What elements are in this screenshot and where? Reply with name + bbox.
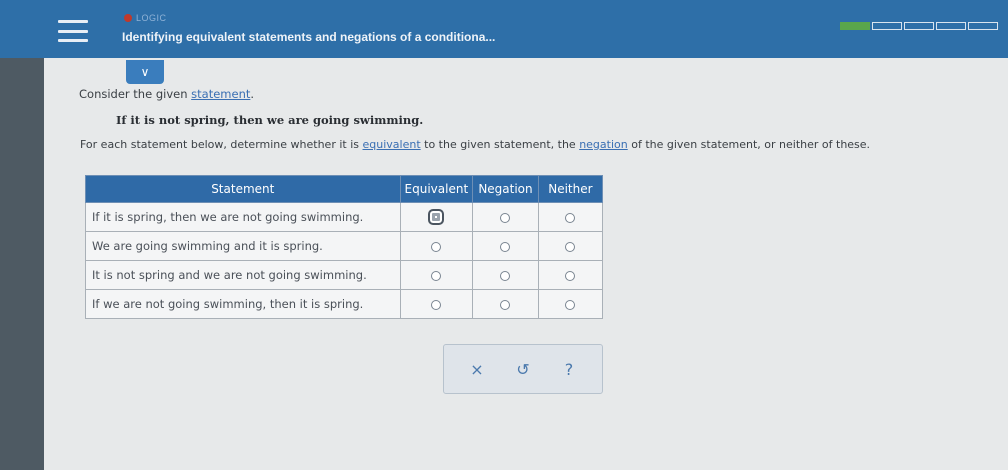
radio-neither[interactable] [565, 270, 576, 281]
progress-segment [872, 22, 902, 30]
radio-equivalent[interactable] [431, 270, 442, 281]
progress-segment [904, 22, 934, 30]
chevron-down-icon: ∨ [140, 65, 150, 79]
action-bar: × ↺ ? [443, 344, 603, 394]
row-statement: It is not spring and we are not going sw… [85, 260, 401, 290]
table-row: We are going swimming and it is spring. [85, 231, 604, 261]
table-row: It is not spring and we are not going sw… [85, 260, 604, 290]
progress-indicator [840, 22, 998, 30]
instruction-part: For each statement below, determine whet… [80, 138, 363, 151]
equivalent-link[interactable]: equivalent [363, 138, 421, 151]
cell-neither [537, 260, 604, 290]
progress-segment [840, 22, 870, 30]
undo-button[interactable]: ↺ [508, 354, 538, 384]
help-button[interactable]: ? [554, 354, 584, 384]
instruction-part: to the given statement, the [420, 138, 580, 151]
radio-equivalent[interactable] [431, 299, 442, 310]
collapse-toggle[interactable]: ∨ [126, 60, 164, 84]
table-row: If we are not going swimming, then it is… [85, 289, 604, 319]
statement-link[interactable]: statement [191, 87, 250, 101]
negation-link[interactable]: negation [579, 138, 628, 151]
row-statement: We are going swimming and it is spring. [85, 231, 401, 261]
consider-prefix: Consider the given [79, 87, 192, 101]
cell-negation [472, 202, 539, 232]
radio-negation[interactable] [500, 299, 511, 310]
header-negation: Negation [472, 175, 539, 203]
cell-equivalent [399, 202, 474, 232]
table-header-row: Statement Equivalent Negation Neither [85, 175, 604, 203]
radio-negation[interactable] [500, 212, 511, 223]
table-row: If it is spring, then we are not going s… [85, 202, 604, 232]
radio-neither[interactable] [565, 241, 576, 252]
hamburger-menu-icon[interactable] [58, 20, 88, 42]
page-title: Identifying equivalent statements and ne… [122, 30, 496, 44]
radio-neither[interactable] [565, 212, 576, 223]
instruction-part: of the given statement, or neither of th… [627, 138, 871, 151]
topic-dot-icon [124, 14, 132, 22]
cell-negation [472, 231, 539, 261]
consider-line: Consider the given statement. [79, 87, 254, 101]
topic-label: LOGIC [124, 13, 167, 23]
cell-neither [537, 289, 604, 319]
top-bar: LOGIC Identifying equivalent statements … [0, 0, 1008, 58]
given-statement: If it is not spring, then we are going s… [116, 113, 424, 127]
header-equivalent: Equivalent [399, 175, 474, 203]
radio-negation[interactable] [500, 270, 511, 281]
consider-suffix: . [250, 87, 255, 101]
cell-neither [537, 231, 604, 261]
row-statement: If we are not going swimming, then it is… [85, 289, 401, 319]
cell-equivalent [399, 289, 474, 319]
radio-equivalent-selected[interactable] [428, 209, 445, 225]
cell-neither [537, 202, 604, 232]
cell-equivalent [399, 231, 474, 261]
progress-segment [936, 22, 966, 30]
header-statement: Statement [85, 175, 401, 203]
cell-negation [472, 260, 539, 290]
row-statement: If it is spring, then we are not going s… [85, 202, 401, 232]
radio-negation[interactable] [500, 241, 511, 252]
topic-text: LOGIC [136, 13, 167, 23]
progress-segment [968, 22, 998, 30]
instruction-text: For each statement below, determine whet… [80, 138, 870, 151]
answer-table: Statement Equivalent Negation Neither If… [85, 175, 604, 319]
radio-neither[interactable] [565, 299, 576, 310]
clear-button[interactable]: × [462, 354, 492, 384]
header-neither: Neither [537, 175, 604, 203]
cell-equivalent [399, 260, 474, 290]
radio-equivalent[interactable] [431, 241, 442, 252]
cell-negation [472, 289, 539, 319]
